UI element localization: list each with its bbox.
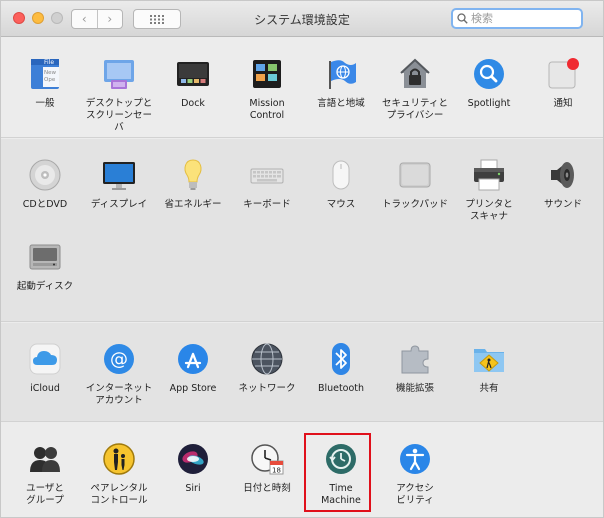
- pane-label: iCloud: [30, 383, 60, 394]
- printer-icon: [471, 157, 507, 193]
- pane-label: 共有: [479, 383, 499, 394]
- pane-label: CDとDVD: [22, 199, 68, 210]
- pref-pane-security-privacy[interactable]: セキュリティと プライバシー: [378, 56, 452, 122]
- pane-label: 機能拡張: [395, 383, 434, 394]
- siri-icon: [175, 441, 211, 477]
- pref-pane-general[interactable]: File New Ope 一般: [8, 56, 82, 110]
- pane-label: ペアレンタル コントロール: [90, 483, 148, 506]
- speaker-icon: [545, 157, 581, 193]
- pref-pane-parental-controls[interactable]: ペアレンタル コントロール: [82, 441, 156, 507]
- keyboard-icon: [249, 157, 285, 193]
- search-icon: [457, 13, 468, 24]
- flag-globe-icon: [323, 56, 359, 92]
- pref-pane-bluetooth[interactable]: Bluetooth: [304, 341, 378, 395]
- pane-label: ネットワーク: [238, 383, 296, 394]
- monitor-icon: [101, 157, 137, 193]
- pane-label: 言語と地域: [317, 98, 365, 109]
- pref-pane-startup-disk[interactable]: 起動ディスク: [8, 239, 82, 293]
- search-input[interactable]: [471, 12, 571, 25]
- house-lock-icon: [397, 56, 433, 92]
- pref-pane-app-store[interactable]: App Store: [156, 341, 230, 395]
- pref-pane-spotlight[interactable]: Spotlight: [452, 56, 526, 110]
- bluetooth-icon: [323, 341, 359, 377]
- pref-pane-displays[interactable]: ディスプレイ: [82, 157, 156, 211]
- pane-label: インターネット アカウント: [85, 383, 153, 406]
- svg-text:18: 18: [272, 467, 281, 475]
- pane-label: Mission Control: [249, 98, 285, 121]
- pref-pane-dock[interactable]: Dock: [156, 56, 230, 110]
- svg-text:Ope: Ope: [44, 77, 56, 83]
- pref-pane-icloud[interactable]: iCloud: [8, 341, 82, 395]
- pane-label: プリンタと スキャナ: [465, 199, 513, 222]
- pref-pane-notifications[interactable]: 通知: [526, 56, 600, 110]
- pref-pane-users-groups[interactable]: ユーザと グループ: [8, 441, 82, 507]
- pane-label: マウス: [326, 199, 356, 210]
- svg-text:New: New: [44, 70, 56, 76]
- pane-label: ディスプレイ: [90, 199, 148, 210]
- svg-text:@: @: [110, 349, 128, 370]
- at-sign-icon: @: [101, 341, 137, 377]
- pane-label: 一般: [35, 98, 55, 109]
- app-store-icon: [175, 341, 211, 377]
- notifications-icon: [545, 56, 581, 92]
- search-field[interactable]: [451, 8, 583, 29]
- pref-pane-internet-accounts[interactable]: @ インターネット アカウント: [82, 341, 156, 407]
- globe-icon: [249, 341, 285, 377]
- pane-label: 省エネルギー: [164, 199, 222, 210]
- pane-label: App Store: [169, 383, 217, 394]
- pane-label: キーボード: [243, 199, 291, 210]
- cloud-icon: [27, 341, 63, 377]
- pane-label: Siri: [185, 483, 201, 494]
- pref-pane-printers-scanners[interactable]: プリンタと スキャナ: [452, 157, 526, 223]
- accessibility-icon: [397, 441, 433, 477]
- parental-icon: [101, 441, 137, 477]
- users-icon: [27, 441, 63, 477]
- pref-pane-desktop-screensaver[interactable]: デスクトップと スクリーンセーバ: [82, 56, 156, 134]
- lightbulb-icon: [175, 157, 211, 193]
- pref-pane-sharing[interactable]: 共有: [452, 341, 526, 395]
- pane-label: Dock: [181, 98, 205, 109]
- pref-pane-network[interactable]: ネットワーク: [230, 341, 304, 395]
- pane-label: サウンド: [543, 199, 582, 210]
- pref-pane-date-time[interactable]: 18 日付と時刻: [230, 441, 304, 495]
- pane-label: Bluetooth: [317, 383, 365, 394]
- dock-icon: [175, 56, 211, 92]
- pref-pane-accessibility[interactable]: アクセシ ビリティ: [378, 441, 452, 507]
- pref-pane-extensions[interactable]: 機能拡張: [378, 341, 452, 395]
- pane-label: アクセシ ビリティ: [396, 483, 434, 506]
- mission-control-icon: [249, 56, 285, 92]
- pref-pane-mouse[interactable]: マウス: [304, 157, 378, 211]
- time-machine-highlight-box: [304, 433, 371, 512]
- pane-label: 通知: [553, 98, 573, 109]
- pane-label: 起動ディスク: [16, 281, 74, 292]
- shared-folder-icon: [471, 341, 507, 377]
- pane-label: セキュリティと プライバシー: [382, 98, 448, 121]
- pref-pane-energy-saver[interactable]: 省エネルギー: [156, 157, 230, 211]
- pane-label: Spotlight: [467, 98, 511, 109]
- system-preferences-window: ‹ › システム環境設定 検索 File New Ope 一般 デスクトップと …: [0, 0, 604, 518]
- svg-text:File: File: [44, 59, 54, 66]
- pref-pane-siri[interactable]: Siri: [156, 441, 230, 495]
- pref-pane-sound[interactable]: サウンド: [526, 157, 600, 211]
- trackpad-icon: [397, 157, 433, 193]
- puzzle-icon: [397, 341, 433, 377]
- title-bar: ‹ › システム環境設定: [1, 1, 603, 37]
- pane-label: トラックパッド: [381, 199, 449, 210]
- hard-drive-icon: [27, 239, 63, 275]
- clock-calendar-icon: 18: [249, 441, 285, 477]
- pref-pane-mission-control[interactable]: Mission Control: [230, 56, 304, 122]
- mouse-icon: [323, 157, 359, 193]
- pane-label: デスクトップと スクリーンセーバ: [85, 98, 153, 133]
- desktop-icon: [101, 56, 137, 92]
- pref-pane-keyboard[interactable]: キーボード: [230, 157, 304, 211]
- general-icon: File New Ope: [27, 56, 63, 92]
- pane-label: 日付と時刻: [243, 483, 291, 494]
- pref-pane-language-region[interactable]: 言語と地域: [304, 56, 378, 110]
- pref-pane-trackpad[interactable]: トラックパッド: [378, 157, 452, 211]
- disc-icon: [27, 157, 63, 193]
- magnifier-icon: [471, 56, 507, 92]
- pane-label: ユーザと グループ: [26, 483, 64, 506]
- pref-pane-cd-dvd[interactable]: CDとDVD: [8, 157, 82, 211]
